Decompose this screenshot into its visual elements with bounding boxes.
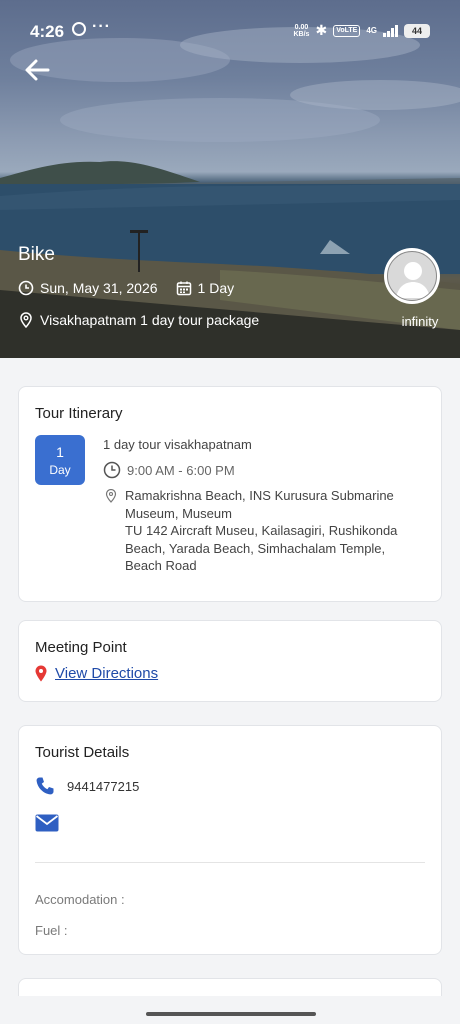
itinerary-time-row: 9:00 AM - 6:00 PM: [103, 461, 235, 479]
phone-number: 9441477215: [67, 778, 140, 794]
trip-duration: 1 Day: [197, 280, 235, 296]
hero-banner: 4:26 ··· 0.00 KB/s ✱ VoLTE 4G 44 Bike Su…: [0, 0, 460, 358]
avatar-placeholder-icon: [387, 251, 437, 301]
network-speed: 0.00 KB/s: [294, 24, 310, 38]
volte-icon: VoLTE: [333, 24, 361, 37]
trip-date-row: Sun, May 31, 2026 1 Day: [18, 280, 234, 296]
signal-icon: [383, 24, 398, 37]
tour-itinerary-card: Tour Itinerary 1 Day 1 day tour visakhap…: [18, 386, 442, 602]
status-icons: 0.00 KB/s ✱ VoLTE 4G 44: [294, 22, 430, 39]
fuel-label: Fuel :: [35, 923, 68, 938]
location-pin-icon: [105, 489, 117, 503]
hero-background-image: [0, 27, 460, 358]
phone-icon: [36, 777, 54, 795]
clock-icon: [18, 280, 34, 296]
status-bar: 4:26 ··· 0.00 KB/s ✱ VoLTE 4G 44: [0, 18, 460, 46]
view-directions-link[interactable]: View Directions: [55, 665, 158, 682]
tourist-details-title: Tourist Details: [35, 744, 130, 761]
itinerary-places: Ramakrishna Beach, INS Kurusura Submarin…: [125, 488, 398, 573]
meeting-point-card: Meeting Point View Directions: [18, 620, 442, 702]
email-button[interactable]: [35, 814, 59, 837]
trip-package-row: Visakhapatnam 1 day tour package: [18, 312, 259, 328]
whatsapp-icon: [72, 22, 86, 36]
bluetooth-icon: ✱: [315, 22, 328, 38]
trip-date: Sun, May 31, 2026: [40, 280, 158, 296]
itinerary-name: 1 day tour visakhapatnam: [103, 437, 252, 452]
arrow-left-icon: [25, 59, 50, 81]
itinerary-time: 9:00 AM - 6:00 PM: [127, 462, 235, 478]
status-time: 4:26: [30, 22, 65, 41]
tourist-details-card: Tourist Details 9441477215 Accomodation …: [18, 725, 442, 955]
trip-title: Bike: [18, 244, 55, 265]
battery-icon: 44: [404, 23, 430, 38]
map-pin-icon: [35, 665, 47, 682]
system-nav-area: [0, 996, 460, 1024]
view-directions-row: View Directions: [35, 665, 158, 682]
calendar-icon: [176, 281, 191, 296]
more-notifications-icon: ···: [92, 18, 111, 35]
mail-icon: [35, 814, 59, 832]
user-avatar[interactable]: [384, 248, 440, 304]
trip-package: Visakhapatnam 1 day tour package: [40, 312, 260, 328]
meeting-point-title: Meeting Point: [35, 639, 127, 656]
divider: [35, 862, 425, 863]
day-label: Day: [49, 463, 71, 477]
back-button[interactable]: [22, 56, 52, 84]
network-speed-value: 0.00: [294, 23, 309, 31]
phone-row[interactable]: 9441477215: [35, 776, 139, 796]
user-name: infinity: [401, 314, 439, 329]
location-pin-icon: [20, 312, 32, 328]
network-speed-unit: KB/s: [293, 30, 310, 38]
home-indicator[interactable]: [146, 1012, 316, 1016]
network-type: 4G: [366, 25, 377, 35]
day-number: 1: [56, 444, 64, 460]
itinerary-title: Tour Itinerary: [35, 405, 123, 422]
day-badge: 1 Day: [35, 435, 85, 485]
clock-icon: [103, 461, 121, 479]
accommodation-label: Accomodation :: [35, 892, 125, 907]
